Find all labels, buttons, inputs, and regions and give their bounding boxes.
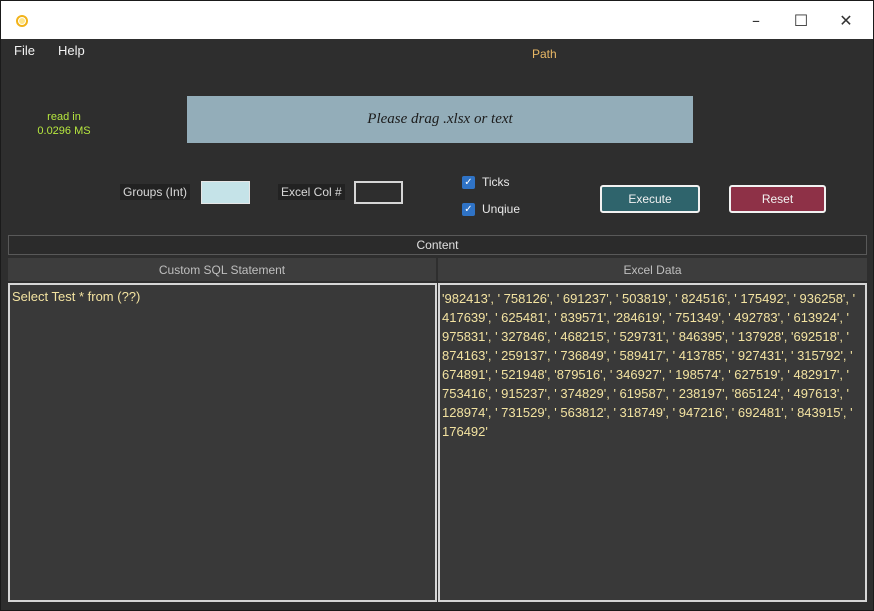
checkmark-icon: ✓ [462,202,475,216]
excel-data-textarea[interactable]: '982413', ' 758126', ' 691237', ' 503819… [438,283,867,602]
reset-label: Reset [761,192,794,206]
unique-checkbox[interactable]: ✓ Unqiue [462,202,520,216]
ticks-label: Ticks [482,175,510,189]
maximize-button[interactable]: ☐ [778,1,824,39]
excel-col-input[interactable] [354,181,403,204]
menu-help[interactable]: Help [58,43,85,58]
minimize-button[interactable]: – [733,1,779,39]
sql-statement-textarea[interactable]: Select Test * from (??) [8,283,437,602]
excel-col-label: Excel Col # [278,184,345,200]
reset-button[interactable]: Reset [729,185,826,213]
app-window: – ☐ ✕ File Help Path read in 0.0296 MS P… [0,0,874,611]
menu-file[interactable]: File [14,43,35,58]
drop-zone-text: Please drag .xlsx or text [367,111,513,127]
execute-label: Execute [628,192,672,206]
menu-bar: File Help [1,39,873,63]
execute-button[interactable]: Execute [600,185,700,213]
sql-column-label: Custom SQL Statement [158,262,286,277]
groups-input[interactable] [201,181,250,204]
excel-column-header: Excel Data [438,258,867,281]
sun-icon [16,15,28,27]
sql-column-header: Custom SQL Statement [8,258,436,281]
title-bar[interactable]: – ☐ ✕ [1,1,873,39]
content-header-label: Content [416,238,459,252]
sql-statement-text: Select Test * from (??) [12,289,141,304]
path-label: Path [532,47,557,61]
checkmark-icon: ✓ [462,175,475,189]
unique-label: Unqiue [482,202,521,216]
close-button[interactable]: ✕ [823,1,869,39]
ticks-checkbox[interactable]: ✓ Ticks [462,175,510,189]
excel-data-text: '982413', ' 758126', ' 691237', ' 503819… [442,291,856,439]
read-in-label: read in [47,111,81,123]
excel-column-label: Excel Data [623,262,682,277]
content-header: Content [8,235,867,255]
groups-label: Groups (Int) [120,184,191,200]
read-in-value: 0.0296 MS [37,125,91,137]
file-drop-zone[interactable]: Please drag .xlsx or text [187,96,693,143]
read-in-status: read in 0.0296 MS [21,110,107,138]
